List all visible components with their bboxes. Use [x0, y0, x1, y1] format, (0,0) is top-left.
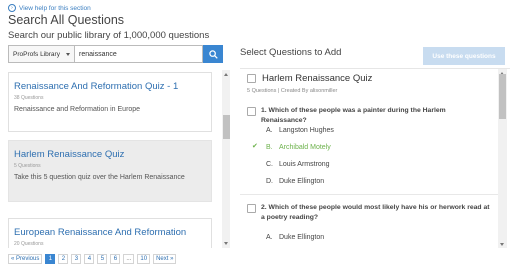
page-link-1[interactable]: 1 — [45, 254, 56, 264]
answer-option: C. Louis Armstrong — [252, 156, 334, 173]
scroll-up-icon[interactable] — [224, 73, 228, 76]
select-questions-heading: Select Questions to Add — [240, 47, 342, 58]
scrollbar-thumb[interactable] — [223, 115, 230, 139]
search-bar: ProProfs Library renaissance — [8, 45, 223, 63]
page-link-5[interactable]: 5 — [97, 254, 108, 264]
scroll-down-icon[interactable] — [500, 243, 504, 246]
question-item: 2. Which of these people would most like… — [247, 203, 493, 223]
prev-page-link[interactable]: « Previous — [8, 254, 43, 264]
page-link-4[interactable]: 4 — [84, 254, 95, 264]
answer-text: Langston Hughes — [279, 127, 334, 134]
result-title[interactable]: Renaissance And Reformation Quiz - 1 — [14, 81, 206, 92]
answer-text: Louis Armstrong — [279, 161, 330, 168]
result-item[interactable]: European Renaissance And Reformation 20 … — [8, 218, 212, 248]
answer-option-correct: ✔ B. Archibald Motely — [252, 139, 334, 156]
answer-list: A. Langston Hughes ✔ B. Archibald Motely… — [252, 122, 334, 190]
answer-letter: D. — [266, 178, 273, 185]
chevron-right-circle-icon: › — [8, 4, 16, 12]
result-item-selected[interactable]: Harlem Renaissance Quiz 5 Questions Take… — [8, 140, 212, 202]
answer-letter: B. — [266, 144, 273, 151]
use-questions-button[interactable]: Use these questions — [423, 47, 505, 65]
page-subtitle: Search our public library of 1,000,000 q… — [8, 30, 210, 41]
page-title: Search All Questions — [8, 13, 125, 27]
scroll-down-icon[interactable] — [224, 242, 228, 245]
chevron-down-icon — [66, 53, 70, 56]
result-description: Renaissance and Reformation in Europe — [14, 106, 141, 114]
answer-option: D. Duke Ellington — [252, 173, 334, 190]
answer-list: A. Duke Ellington — [252, 229, 324, 246]
result-item[interactable]: Renaissance And Reformation Quiz - 1 38 … — [8, 72, 212, 132]
search-button[interactable] — [203, 45, 223, 63]
result-title[interactable]: Harlem Renaissance Quiz — [14, 149, 206, 160]
quiz-preview-panel: Harlem Renaissance Quiz 5 Questions | Cr… — [240, 68, 510, 248]
result-question-count: 20 Questions — [14, 241, 44, 248]
search-input[interactable]: renaissance — [75, 45, 203, 63]
page-ellipsis: ... — [123, 254, 135, 264]
result-question-count: 5 Questions — [14, 163, 41, 170]
quiz-name: Harlem Renaissance Quiz — [262, 73, 373, 84]
results-scrollbar[interactable] — [222, 70, 230, 248]
help-link-label: View help for this section — [19, 4, 91, 12]
quiz-meta: 5 Questions | Created By alisonmiller — [247, 88, 338, 94]
page-link-3[interactable]: 3 — [71, 254, 82, 264]
library-select-value: ProProfs Library — [13, 50, 60, 58]
answer-text: Duke Ellington — [279, 178, 325, 185]
search-icon — [208, 49, 218, 59]
question-divider — [240, 194, 498, 195]
answer-text: Archibald Motely — [279, 144, 331, 151]
answer-letter: A. — [266, 127, 273, 134]
page-link-6[interactable]: 6 — [110, 254, 121, 264]
select-all-checkbox[interactable] — [247, 74, 256, 83]
result-description: Take this 5 question quiz over the Harle… — [14, 174, 185, 182]
pagination: « Previous 1 2 3 4 5 6 ... 10 Next » — [8, 254, 177, 264]
result-title[interactable]: European Renaissance And Reformation — [14, 227, 206, 238]
checkmark-icon: ✔ — [252, 143, 258, 150]
quiz-header: Harlem Renaissance Quiz — [247, 73, 372, 84]
question-text: 2. Which of these people would most like… — [261, 204, 490, 222]
page-link-2[interactable]: 2 — [58, 254, 69, 264]
question-checkbox[interactable] — [247, 204, 256, 213]
answer-text: Duke Ellington — [279, 234, 325, 241]
question-checkbox[interactable] — [247, 107, 256, 116]
answer-letter: C. — [266, 161, 273, 168]
search-results-list: Renaissance And Reformation Quiz - 1 38 … — [8, 70, 230, 248]
answer-option: A. Duke Ellington — [252, 229, 324, 246]
scrollbar-thumb[interactable] — [499, 74, 506, 119]
next-page-link[interactable]: Next » — [153, 254, 177, 264]
question-library-page: › View help for this section Search All … — [0, 0, 512, 279]
page-link-10[interactable]: 10 — [137, 254, 151, 264]
help-link[interactable]: › View help for this section — [8, 4, 91, 12]
result-question-count: 38 Questions — [14, 95, 44, 102]
answer-option: A. Langston Hughes — [252, 122, 334, 139]
quiz-scrollbar[interactable] — [498, 69, 507, 248]
library-select[interactable]: ProProfs Library — [8, 45, 75, 63]
answer-letter: A. — [266, 234, 273, 241]
